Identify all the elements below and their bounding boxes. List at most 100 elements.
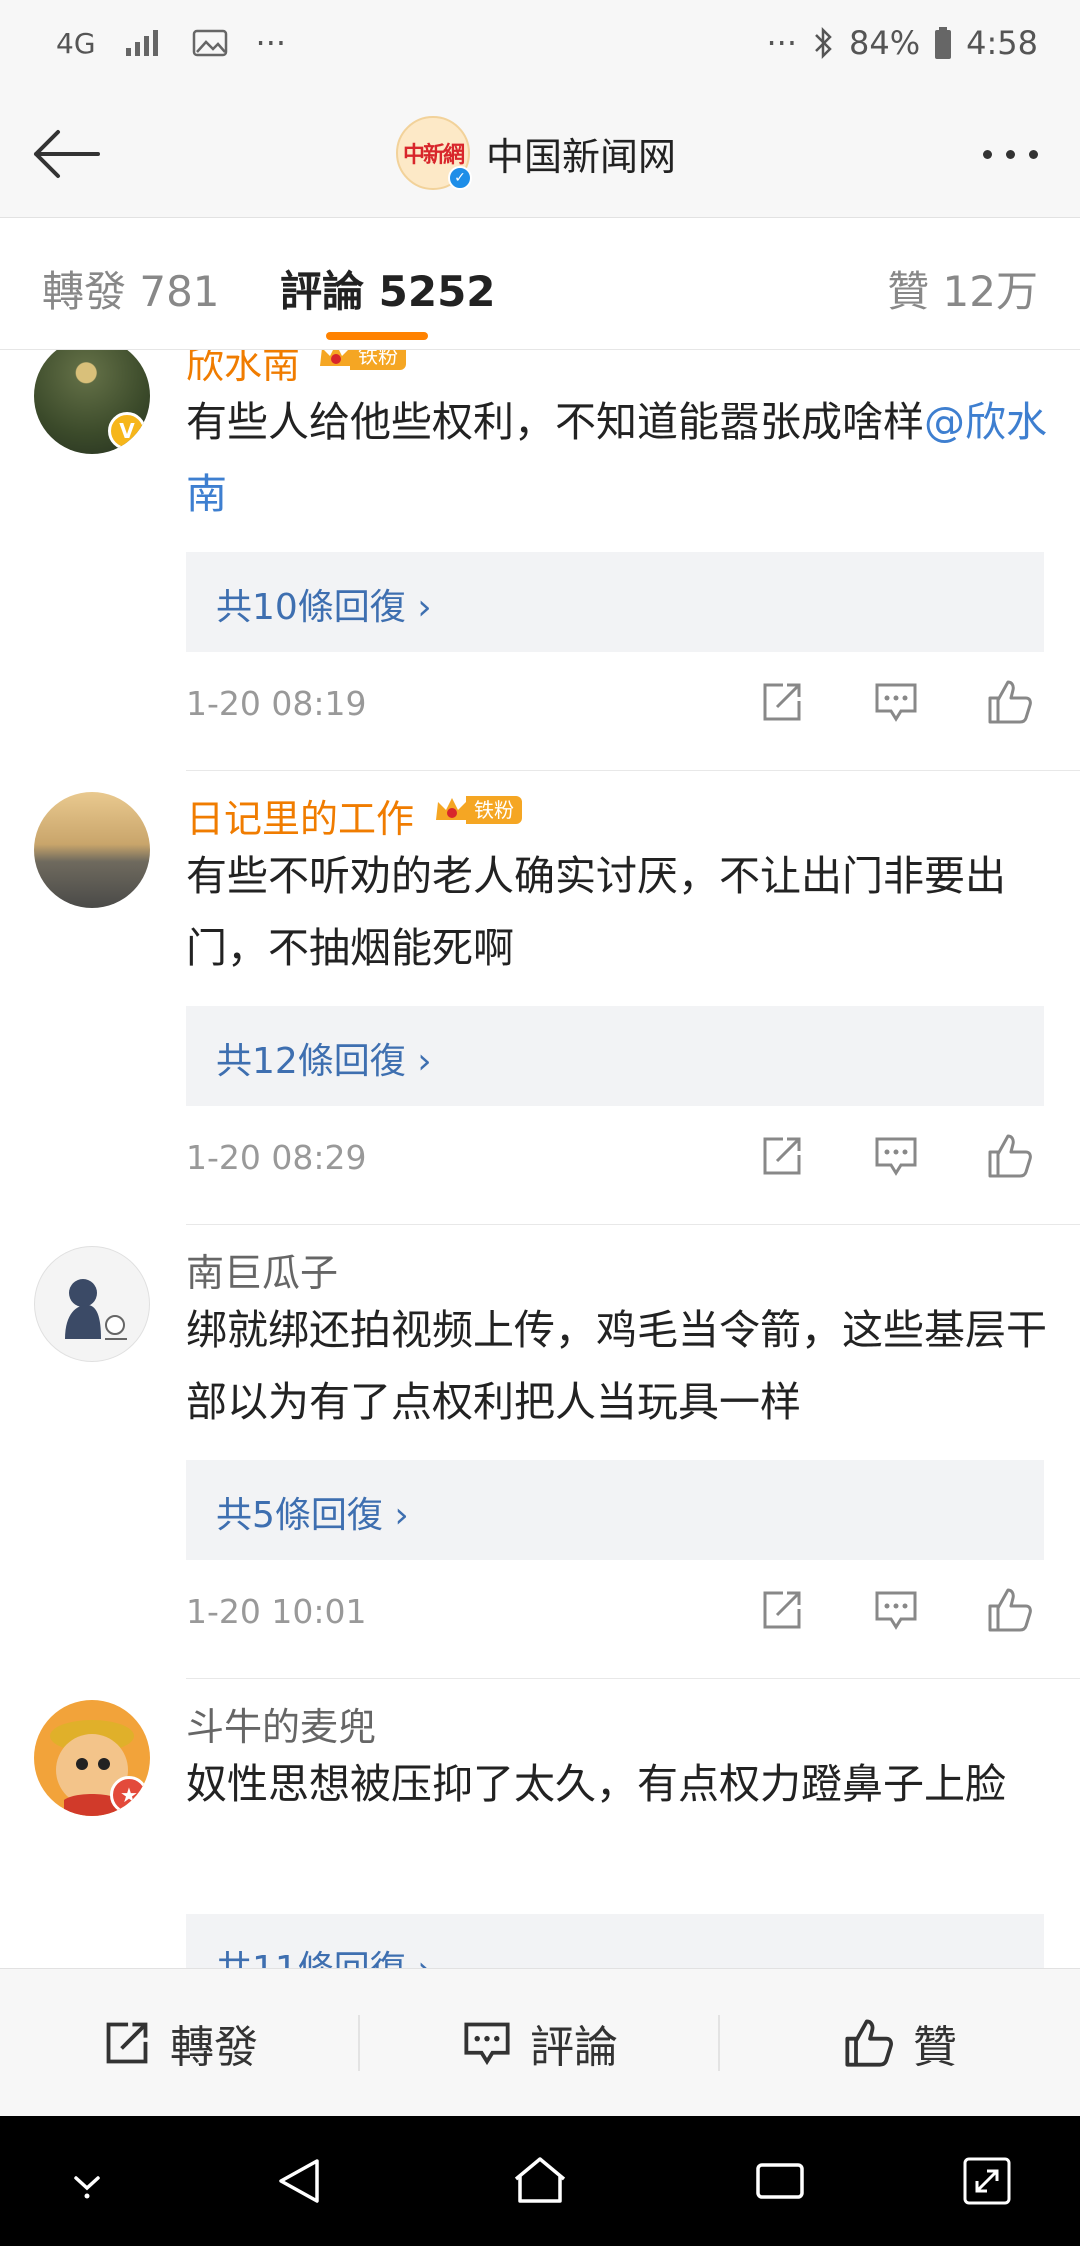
share-icon	[763, 683, 801, 721]
username[interactable]: 斗牛的麦兜	[186, 1696, 376, 1751]
like-button[interactable]: 贊	[720, 1969, 1080, 2117]
comment-item: ★ 斗牛的麦兜 奴性思想被压抑了太久，有点权力蹬鼻子上脸 共11條回復 ›	[0, 1680, 1080, 1968]
tab-repost[interactable]: 轉發 781	[42, 258, 220, 319]
avatar[interactable]	[34, 792, 150, 908]
fan-badge: 铁粉	[316, 350, 406, 374]
expand-icon	[963, 2157, 1011, 2205]
comment-icon	[875, 683, 917, 722]
like-button[interactable]	[980, 672, 1040, 732]
reply-summary[interactable]: 共5條回復 ›	[186, 1460, 1044, 1560]
back-button[interactable]	[24, 118, 108, 190]
username[interactable]: 南巨瓜子	[186, 1242, 338, 1297]
hide-keyboard-button[interactable]	[52, 2146, 122, 2216]
divider	[186, 1678, 1080, 1679]
fullscreen-button[interactable]	[952, 2146, 1022, 2216]
account-name[interactable]: 中国新闻网	[486, 126, 676, 181]
tab-likes[interactable]: 贊 12万	[887, 258, 1038, 319]
fan-badge: 铁粉	[432, 792, 522, 828]
more-button[interactable]	[970, 126, 1050, 182]
status-dots-right: ···	[766, 24, 798, 62]
fan-badge-label: 铁粉	[466, 796, 522, 824]
more-dots-icon	[982, 149, 992, 159]
system-nav-bar	[0, 2116, 1080, 2246]
thumbs-up-icon	[988, 1588, 1032, 1632]
system-home-button[interactable]	[505, 2146, 575, 2216]
thumbs-up-icon	[845, 2019, 893, 2067]
status-bar: 4G ··· ··· 84% 4:58	[0, 0, 1080, 90]
share-button[interactable]	[752, 1126, 812, 1186]
status-dots-left: ···	[255, 24, 287, 62]
recents-icon	[756, 2163, 804, 2199]
view-replies-link[interactable]: 共11條回復 ›	[216, 1940, 432, 1968]
view-replies-link[interactable]: 共12條回復 ›	[216, 1032, 432, 1084]
star-badge-icon: ★	[110, 1776, 148, 1814]
share-button[interactable]	[752, 672, 812, 732]
share-button[interactable]	[752, 1580, 812, 1640]
comment-item: 南巨瓜子 绑就绑还拍视频上传，鸡毛当令箭，这些基层干部以为有了点权利把人当玩具一…	[0, 1226, 1080, 1680]
comment-text: 有些不听劝的老人确实讨厌，不让出门非要出门，不抽烟能死啊	[186, 852, 1006, 972]
comment-text: 绑就绑还拍视频上传，鸡毛当令箭，这些基层干部以为有了点权利把人当玩具一样	[186, 1306, 1047, 1426]
system-back-button[interactable]	[264, 2146, 334, 2216]
tab-bar: 轉發 781 評論 5252 贊 12万	[0, 218, 1080, 350]
reply-button[interactable]	[866, 1580, 926, 1640]
clock: 4:58	[966, 24, 1038, 62]
view-replies-link[interactable]: 共5條回復 ›	[216, 1486, 409, 1538]
reply-button[interactable]	[866, 672, 926, 732]
comment-button[interactable]: 評論	[360, 1969, 720, 2117]
image-notification-icon	[192, 28, 228, 58]
comment-time: 1-20 08:19	[186, 684, 367, 723]
active-tab-indicator	[326, 332, 428, 340]
account-header[interactable]: 中新網 ✓ 中国新闻网	[396, 116, 676, 190]
comment-time: 1-20 10:01	[186, 1592, 367, 1631]
chevron-down-icon	[74, 2176, 100, 2199]
comment-label: 評論	[530, 2022, 618, 2073]
comment-text: 奴性思想被压抑了太久，有点权力蹬鼻子上脸	[186, 1760, 1006, 1808]
bluetooth-icon	[811, 26, 835, 60]
tab-comments[interactable]: 評論 5252	[280, 258, 496, 319]
avatar[interactable]: V	[34, 350, 150, 454]
avatar[interactable]: ★	[34, 1700, 150, 1816]
home-icon	[514, 2157, 566, 2203]
system-recents-button[interactable]	[745, 2146, 815, 2216]
share-icon	[763, 1137, 801, 1175]
verified-v-icon: V	[108, 412, 146, 450]
network-indicator: 4G	[56, 26, 96, 60]
divider	[186, 1224, 1080, 1225]
reply-summary[interactable]: 共11條回復 ›	[186, 1914, 1044, 1968]
comment-icon	[875, 1591, 917, 1630]
comment-time: 1-20 08:29	[186, 1138, 367, 1177]
share-icon	[763, 1591, 801, 1629]
comment-text: 有些人给他些权利，不知道能嚣张成啥样@欣水南	[186, 386, 1050, 530]
reply-button[interactable]	[866, 1126, 926, 1186]
verified-icon: ✓	[448, 166, 472, 190]
arrow-left-icon	[34, 130, 100, 178]
comment-body: 有些人给他些权利，不知道能嚣张成啥样	[186, 398, 924, 446]
battery-percent: 84%	[849, 24, 921, 62]
signal-icon	[124, 28, 164, 58]
username[interactable]: 日记里的工作	[186, 788, 414, 843]
comment-list[interactable]: V 欣水南 铁粉 有些人给他些权利，不知道能嚣张成啥样@欣水南 共10條回復 ›…	[0, 350, 1080, 1968]
reply-summary[interactable]: 共12條回復 ›	[186, 1006, 1044, 1106]
like-button[interactable]	[980, 1126, 1040, 1186]
bottom-action-bar: 轉發 評論 贊	[0, 1968, 1080, 2116]
repost-label: 轉發	[170, 2022, 258, 2073]
username[interactable]: 欣水南	[186, 350, 300, 389]
like-label: 贊	[913, 2022, 957, 2073]
avatar[interactable]	[34, 1246, 150, 1362]
triangle-back-icon	[279, 2159, 319, 2203]
thumbs-up-icon	[988, 680, 1032, 724]
thumbs-up-icon	[988, 1134, 1032, 1178]
fan-badge-label: 铁粉	[350, 350, 406, 370]
comment-icon	[875, 1137, 917, 1176]
repost-button[interactable]: 轉發	[0, 1969, 360, 2117]
like-button[interactable]	[980, 1580, 1040, 1640]
nav-bar: 中新網 ✓ 中国新闻网	[0, 90, 1080, 218]
divider	[186, 770, 1080, 771]
reply-summary[interactable]: 共10條回復 ›	[186, 552, 1044, 652]
battery-icon	[934, 26, 952, 60]
comment-item: 日记里的工作 铁粉 有些不听劝的老人确实讨厌，不让出门非要出门，不抽烟能死啊 共…	[0, 772, 1080, 1226]
view-replies-link[interactable]: 共10條回復 ›	[216, 578, 432, 630]
comment-item: V 欣水南 铁粉 有些人给他些权利，不知道能嚣张成啥样@欣水南 共10條回復 ›…	[0, 350, 1080, 772]
account-logo: 中新網	[402, 142, 465, 168]
account-avatar[interactable]: 中新網 ✓	[396, 116, 472, 190]
